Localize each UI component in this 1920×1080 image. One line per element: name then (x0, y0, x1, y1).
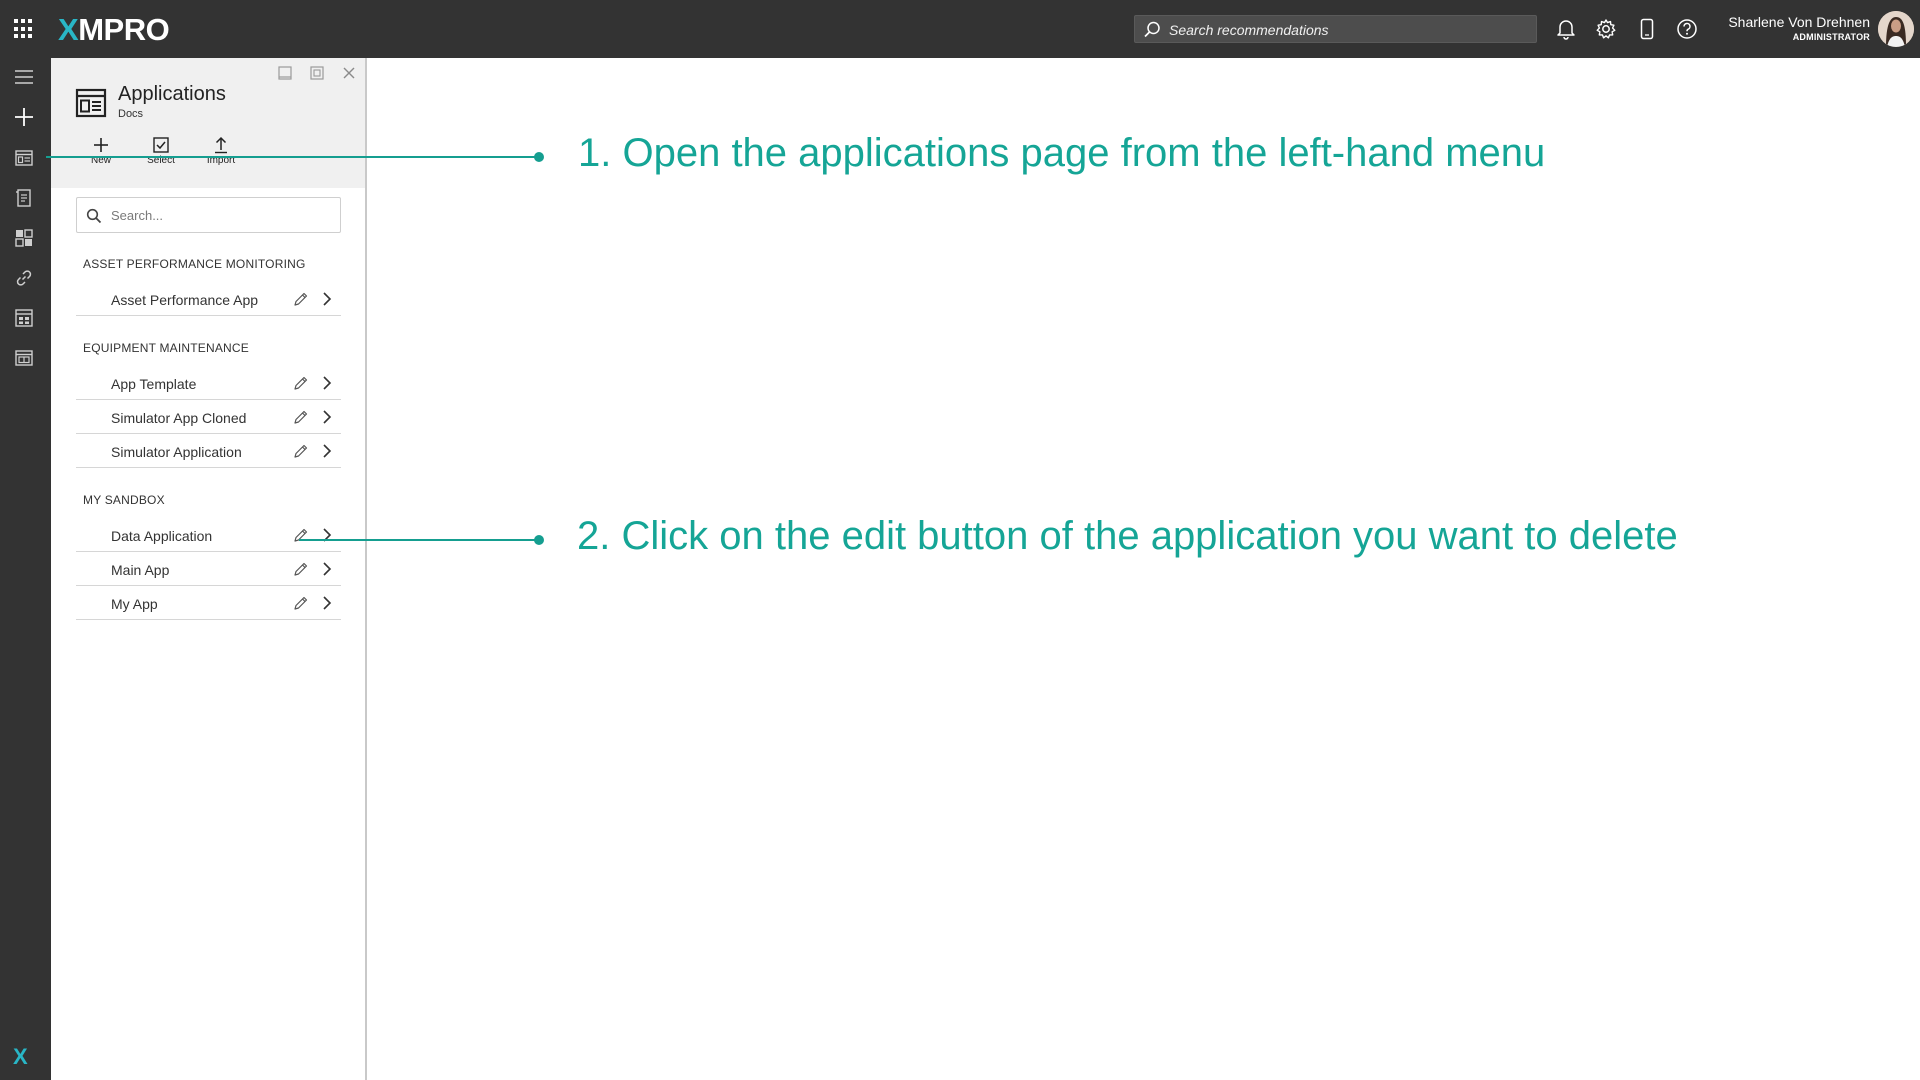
left-rail: X (0, 58, 51, 1080)
top-bar: XMPRO Search recommendations Sharlene Vo… (0, 0, 1920, 58)
plus-icon[interactable] (12, 105, 36, 129)
xmpro-rail-logo[interactable]: X (13, 1044, 28, 1070)
callout-line-2 (299, 539, 540, 541)
pencil-icon[interactable] (292, 408, 310, 426)
pencil-icon[interactable] (292, 594, 310, 612)
page-subtitle: Docs (118, 108, 144, 120)
apps-grid-icon[interactable] (14, 19, 34, 39)
list-item[interactable]: Data Application (76, 518, 341, 552)
pencil-icon[interactable] (292, 290, 310, 308)
applications-search-input[interactable]: Search... (76, 197, 341, 233)
app-name: Main App (111, 562, 170, 578)
app-name: My App (111, 596, 158, 612)
applications-panel: Applications Docs New Select Import Sear… (51, 58, 367, 1080)
pencil-icon[interactable] (292, 526, 310, 544)
close-icon[interactable] (340, 64, 358, 82)
chevron-right-icon[interactable] (318, 374, 336, 392)
help-icon[interactable] (1675, 17, 1699, 41)
applications-icon[interactable] (12, 146, 36, 170)
gear-icon[interactable] (1594, 17, 1618, 41)
new-button[interactable]: New (76, 136, 126, 166)
list-item[interactable]: My App (76, 586, 341, 620)
callout-line-1 (46, 156, 540, 158)
group-title: MY SANDBOX (83, 493, 165, 507)
search-placeholder: Search... (111, 208, 164, 223)
plus-icon (94, 138, 108, 152)
chevron-right-icon[interactable] (318, 594, 336, 612)
import-button[interactable]: Import (196, 136, 246, 166)
app-name: Asset Performance App (111, 292, 259, 308)
search-placeholder: Search recommendations (1169, 22, 1329, 38)
hamburger-icon[interactable] (12, 65, 36, 89)
panel-header: Applications Docs New Select Import (51, 58, 365, 188)
list-item[interactable]: Main App (76, 552, 341, 586)
select-button[interactable]: Select (136, 136, 186, 166)
callout-dot-2 (534, 535, 544, 545)
app-name: App Template (111, 376, 197, 392)
app-name: Simulator App Cloned (111, 410, 247, 426)
callout-dot-1 (534, 152, 544, 162)
list-item[interactable]: App Template (76, 366, 341, 400)
search-icon (86, 208, 102, 224)
xmpro-logo[interactable]: XMPRO (58, 12, 170, 48)
minimize-icon[interactable] (276, 64, 294, 82)
chevron-right-icon[interactable] (318, 526, 336, 544)
app-name: Data Application (111, 528, 213, 544)
pencil-icon[interactable] (292, 374, 310, 392)
checkbox-icon (153, 137, 169, 153)
annotation-step-2: 2. Click on the edit button of the appli… (577, 514, 1678, 558)
list-item[interactable]: Asset Performance App (76, 282, 341, 316)
annotation-step-1: 1. Open the applications page from the l… (578, 131, 1546, 175)
chevron-right-icon[interactable] (318, 290, 336, 308)
phone-icon[interactable] (1635, 17, 1659, 41)
search-icon (1144, 21, 1160, 38)
group-title: ASSET PERFORMANCE MONITORING (83, 257, 306, 271)
applications-icon (75, 88, 107, 123)
page-title: Applications (118, 83, 226, 105)
group-title: EQUIPMENT MAINTENANCE (83, 341, 249, 355)
app-name: Simulator Application (111, 444, 242, 460)
window-icon[interactable] (12, 346, 36, 370)
chevron-right-icon[interactable] (318, 408, 336, 426)
user-role: ADMINISTRATOR (1792, 32, 1870, 42)
user-name[interactable]: Sharlene Von Drehnen (1728, 14, 1870, 30)
link-icon[interactable] (12, 266, 36, 290)
chevron-right-icon[interactable] (318, 442, 336, 460)
pencil-icon[interactable] (292, 560, 310, 578)
chevron-right-icon[interactable] (318, 560, 336, 578)
avatar[interactable] (1878, 11, 1914, 47)
upload-icon (215, 136, 227, 154)
recommendations-icon[interactable] (12, 186, 36, 210)
maximize-icon[interactable] (308, 64, 326, 82)
list-item[interactable]: Simulator Application (76, 434, 341, 468)
bell-icon[interactable] (1554, 17, 1578, 41)
list-item[interactable]: Simulator App Cloned (76, 400, 341, 434)
pencil-icon[interactable] (292, 442, 310, 460)
recommendations-search-input[interactable]: Search recommendations (1134, 15, 1537, 43)
dashboard-icon[interactable] (12, 226, 36, 250)
calculator-icon[interactable] (12, 306, 36, 330)
